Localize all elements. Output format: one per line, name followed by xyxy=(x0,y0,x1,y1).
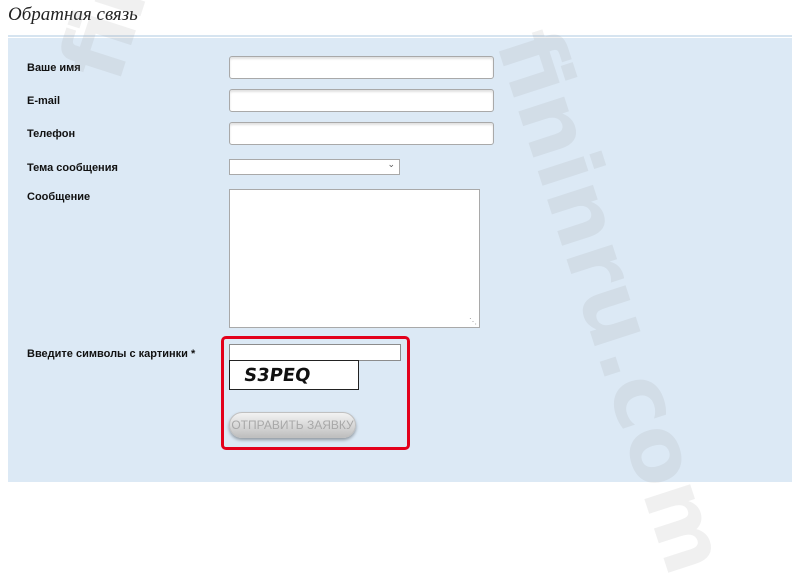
message-label: Сообщение xyxy=(27,191,91,203)
phone-input[interactable] xyxy=(229,122,494,145)
subject-label: Тема сообщения xyxy=(27,162,118,174)
resize-grip-icon[interactable]: ⋱ xyxy=(469,317,477,326)
highlight-frame xyxy=(221,336,410,450)
page-title: Обратная связь xyxy=(8,4,138,25)
email-input[interactable] xyxy=(229,89,494,112)
email-label: E-mail xyxy=(27,95,61,107)
chevron-down-icon: ⌄ xyxy=(387,159,395,169)
phone-label: Телефон xyxy=(27,128,76,140)
title-divider xyxy=(8,35,792,37)
message-textarea[interactable]: ⋱ xyxy=(229,189,480,328)
captcha-label: Введите символы с картинки * xyxy=(27,348,196,360)
subject-select[interactable]: ⌄ xyxy=(229,159,400,175)
name-input[interactable] xyxy=(229,56,494,79)
name-label: Ваше имя xyxy=(27,62,81,74)
